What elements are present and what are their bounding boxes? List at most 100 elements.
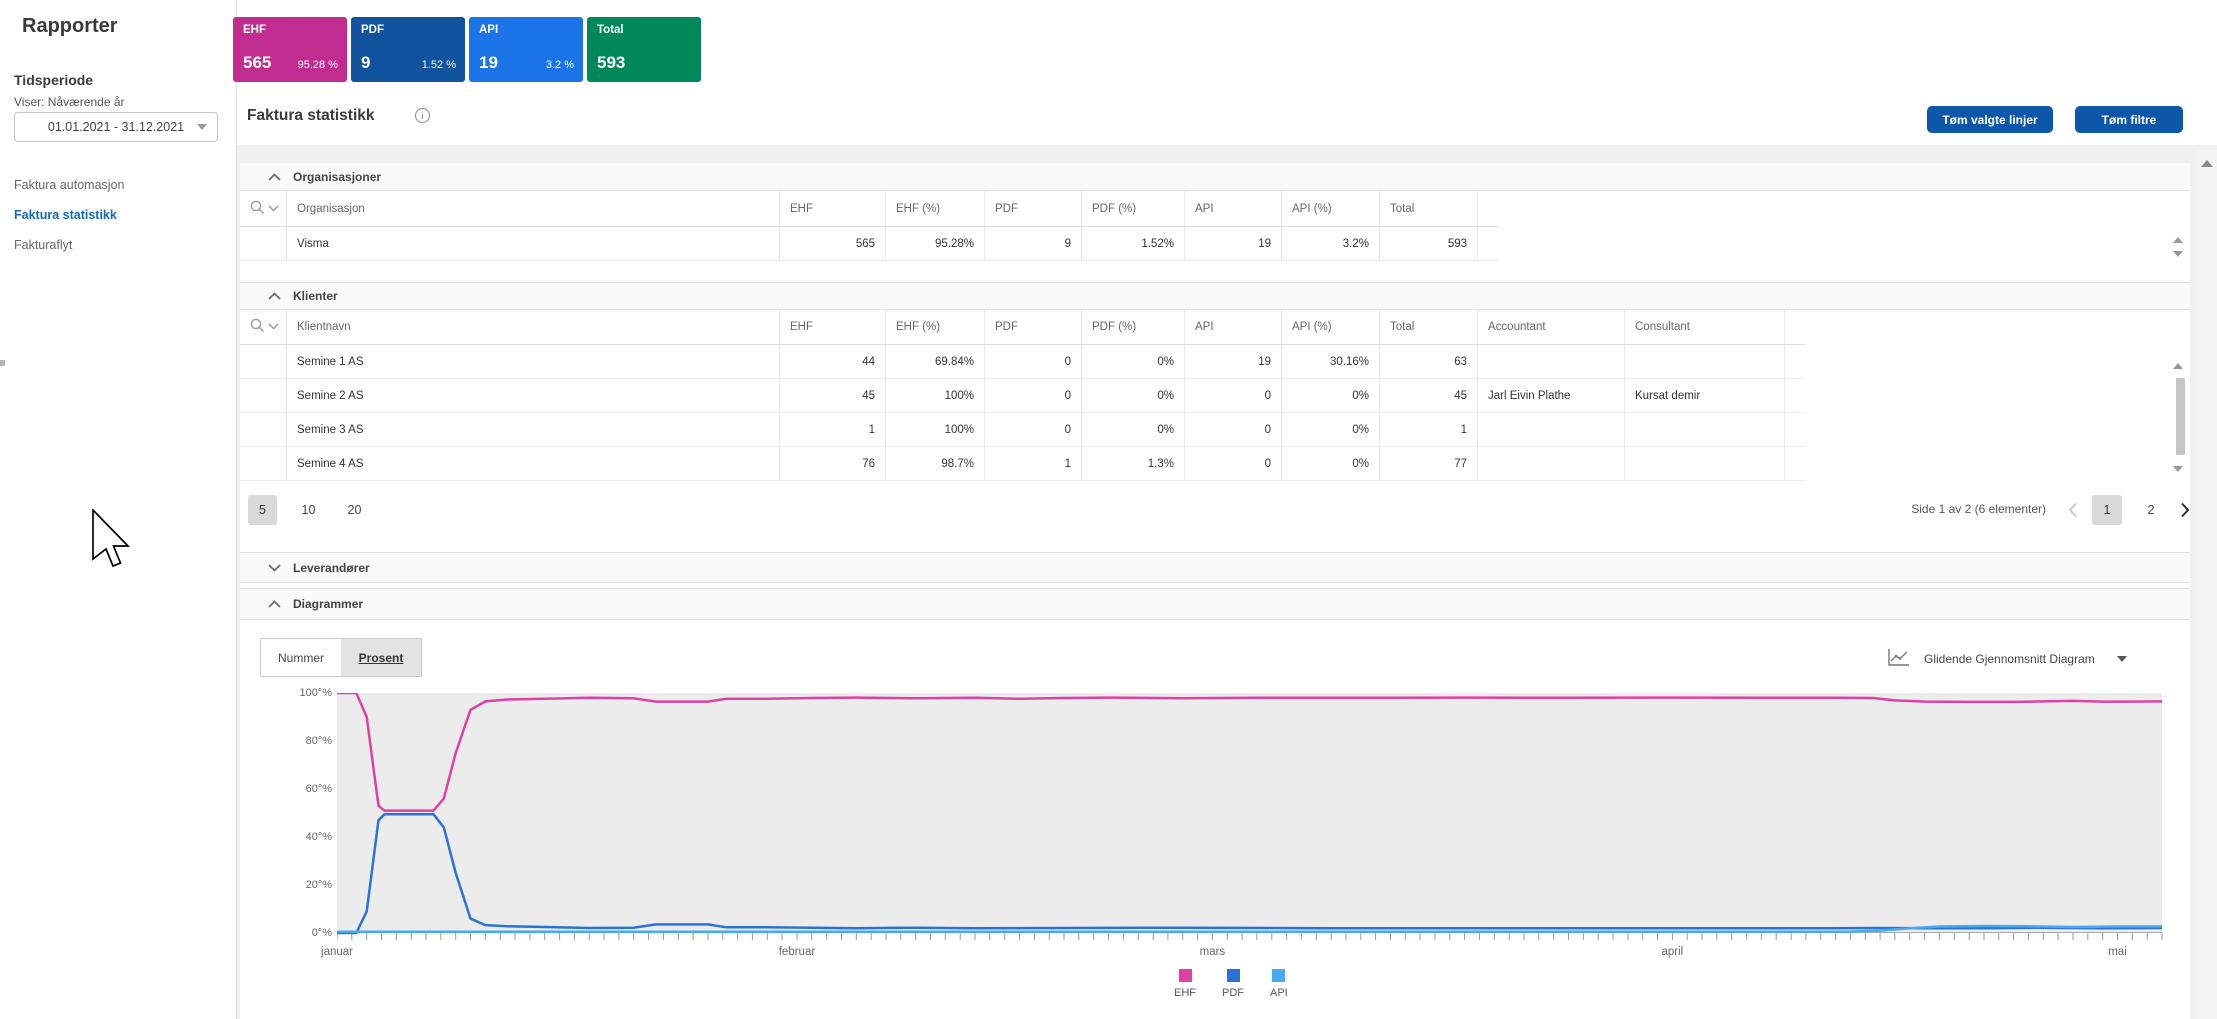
table-cell bbox=[1478, 447, 1625, 480]
section-organisasjoner[interactable]: Organisasjoner bbox=[240, 163, 2190, 191]
table-cell: 0 bbox=[985, 345, 1082, 378]
stat-card-percent: 3.2 % bbox=[545, 59, 574, 71]
row-selector-cell[interactable] bbox=[240, 413, 287, 446]
org-scroll-down-icon[interactable] bbox=[2173, 251, 2183, 257]
row-selector-cell[interactable] bbox=[240, 345, 287, 378]
page-scrollbar[interactable] bbox=[2196, 150, 2217, 1019]
row-selector-cell[interactable] bbox=[240, 447, 287, 480]
chevron-down-icon bbox=[2116, 656, 2127, 662]
clear-selected-lines-button[interactable]: Tøm valgte linjer bbox=[1927, 106, 2053, 133]
table-cell bbox=[1625, 447, 1785, 480]
prev-page-icon[interactable] bbox=[2068, 502, 2078, 518]
pagination-nav: 12 bbox=[2068, 495, 2190, 525]
column-header: Total bbox=[1380, 191, 1478, 226]
y-axis-label: 20°% bbox=[305, 879, 332, 891]
section-title: Organisasjoner bbox=[293, 169, 382, 184]
column-header: PDF (%) bbox=[1082, 191, 1185, 226]
toggle-prosent[interactable]: Prosent bbox=[341, 639, 421, 676]
table-row[interactable]: Semine 3 AS 1 100% 0 0% 0 0% 1 bbox=[240, 413, 1805, 447]
filter-chevron-icon[interactable] bbox=[268, 321, 279, 333]
table-cell-filler bbox=[1478, 227, 1498, 260]
org-scroll-up-icon[interactable] bbox=[2173, 237, 2183, 243]
content-panel: Organisasjoner Organisasjon EHF EHF (%) PDF… bbox=[240, 163, 2190, 1019]
table-cell: 0% bbox=[1082, 379, 1185, 412]
column-header: PDF bbox=[985, 310, 1082, 344]
legend-label: API bbox=[1270, 987, 1288, 999]
page-buttons: 12 bbox=[2092, 495, 2166, 525]
toggle-nummer[interactable]: Nummer bbox=[261, 639, 341, 676]
column-header: PDF (%) bbox=[1082, 310, 1185, 344]
column-header-filler bbox=[1785, 310, 1805, 344]
page-button-1[interactable]: 1 bbox=[2092, 495, 2122, 525]
klienter-table-header: Klientnavn EHF EHF (%) PDF PDF (%) API API (%)… bbox=[240, 310, 1805, 345]
sidebar-item-faktura-automasjon[interactable]: Faktura automasjon bbox=[0, 170, 237, 200]
column-header: Klientnavn bbox=[287, 310, 780, 344]
table-cell: 95.28% bbox=[886, 227, 985, 260]
info-icon[interactable]: i bbox=[415, 108, 430, 123]
chart-type-select[interactable]: Glidende Gjennomsnitt Diagram bbox=[1888, 645, 2168, 673]
page-button-2[interactable]: 2 bbox=[2136, 495, 2166, 525]
x-axis-label: januar bbox=[321, 946, 353, 958]
table-filter-cell bbox=[240, 310, 287, 344]
row-selector-cell[interactable] bbox=[240, 379, 287, 412]
clear-filters-button[interactable]: Tøm filtre bbox=[2075, 106, 2183, 133]
page-size-10[interactable]: 10 bbox=[294, 495, 323, 525]
legend-swatch bbox=[1272, 969, 1286, 982]
sidebar-nav: Faktura automasjon Faktura statistikk Fakt… bbox=[0, 170, 237, 260]
sidebar-item-fakturaflyt[interactable]: Fakturaflyt bbox=[0, 230, 237, 260]
column-header: Accountant bbox=[1478, 310, 1625, 344]
stat-card-value: 565 bbox=[243, 53, 272, 72]
table-cell: 1.52% bbox=[1082, 227, 1185, 260]
section-klienter[interactable]: Klienter bbox=[240, 282, 2190, 310]
section-diagrammer[interactable]: Diagrammer bbox=[240, 588, 2190, 620]
klienter-scroll-up-icon[interactable] bbox=[2173, 363, 2183, 369]
chart-type-value: Glidende Gjennomsnitt Diagram bbox=[1924, 652, 2095, 666]
date-range-select[interactable]: 01.01.2021 - 31.12.2021 bbox=[14, 112, 218, 142]
page-size-20[interactable]: 20 bbox=[340, 495, 369, 525]
klienter-scrollbar-thumb[interactable] bbox=[2176, 378, 2185, 455]
chart-plot-area bbox=[337, 693, 2162, 933]
table-cell: 98.7% bbox=[886, 447, 985, 480]
sidebar-item-faktura-statistikk[interactable]: Faktura statistikk bbox=[0, 200, 237, 230]
search-icon[interactable] bbox=[250, 318, 265, 336]
stat-card-percent: 1.52 % bbox=[421, 59, 456, 71]
scroll-up-icon[interactable] bbox=[2201, 160, 2213, 167]
table-cell: 100% bbox=[886, 413, 985, 446]
pagination-info: Side 1 av 2 (6 elementer) bbox=[1911, 502, 2046, 516]
table-row[interactable]: Semine 2 AS 45 100% 0 0% 0 0% 45 Jarl Eivin Plat… bbox=[240, 379, 1805, 413]
table-cell: 63 bbox=[1380, 345, 1478, 378]
row-selector-cell[interactable] bbox=[240, 227, 287, 260]
column-header: EHF (%) bbox=[886, 310, 985, 344]
klienter-scroll-down-icon[interactable] bbox=[2173, 466, 2183, 472]
page-size-group: 5 10 20 bbox=[248, 495, 369, 525]
table-row[interactable]: Semine 1 AS 44 69.84% 0 0% 19 30.16% 63 bbox=[240, 345, 1805, 379]
page-size-5[interactable]: 5 bbox=[248, 495, 277, 525]
stat-card-pdf: PDF 9 1.52 % bbox=[351, 17, 465, 82]
search-icon[interactable] bbox=[250, 200, 265, 218]
viser-label: Viser: Nåværende år bbox=[14, 95, 125, 109]
table-cell: 0 bbox=[1185, 413, 1282, 446]
next-page-icon[interactable] bbox=[2180, 502, 2190, 518]
organisasjoner-table-header: Organisasjon EHF EHF (%) PDF PDF (%) API API (… bbox=[240, 191, 1498, 227]
table-cell: 0% bbox=[1082, 413, 1185, 446]
sidebar-resize-handle[interactable] bbox=[0, 360, 5, 366]
date-range-value: 01.01.2021 - 31.12.2021 bbox=[47, 120, 185, 134]
legend-item-api: API bbox=[1270, 969, 1288, 999]
chevron-up-icon bbox=[268, 292, 281, 300]
stat-card-percent: 95.28 % bbox=[297, 59, 338, 71]
section-leverandorer[interactable]: Leverandører bbox=[240, 552, 2190, 583]
stat-card-label: EHF bbox=[243, 24, 266, 36]
filter-chevron-icon[interactable] bbox=[268, 203, 279, 215]
table-cell: Kursat demir bbox=[1625, 379, 1785, 412]
legend-swatch bbox=[1226, 969, 1240, 982]
table-row[interactable]: Visma 565 95.28% 9 1.52% 19 3.2% 593 bbox=[240, 227, 1498, 261]
table-cell bbox=[1625, 345, 1785, 378]
moving-average-chart bbox=[337, 693, 2163, 940]
table-cell: 3.2% bbox=[1282, 227, 1380, 260]
table-cell: 9 bbox=[985, 227, 1082, 260]
table-row[interactable]: Semine 4 AS 76 98.7% 1 1.3% 0 0% 77 bbox=[240, 447, 1805, 481]
table-cell bbox=[1478, 345, 1625, 378]
column-header: PDF bbox=[985, 191, 1082, 226]
column-header-filler bbox=[1478, 191, 1498, 226]
stat-card-api: API 19 3.2 % bbox=[469, 17, 583, 82]
